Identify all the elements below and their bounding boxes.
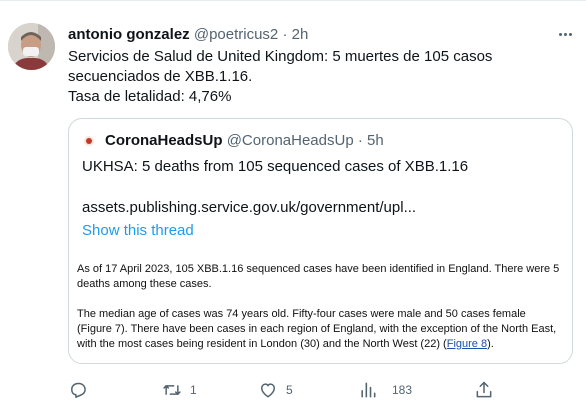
tweet-actions: 1 5 183 xyxy=(0,378,586,402)
like-button[interactable]: 5 xyxy=(258,378,293,402)
document-paragraph: As of 17 April 2023, 105 XBB.1.16 sequen… xyxy=(77,263,560,290)
retweet-icon xyxy=(163,385,181,395)
heart-icon xyxy=(261,383,275,398)
quote-author-avatar xyxy=(84,136,94,146)
author-name[interactable]: antonio gonzalez xyxy=(68,26,190,43)
tweet-text-line: secuenciados de XBB.1.16. xyxy=(68,68,253,85)
author-avatar[interactable] xyxy=(8,23,55,70)
retweet-count: 1 xyxy=(190,383,197,397)
like-count: 5 xyxy=(286,383,293,397)
tweet-text: Servicios de Salud de United Kingdom: 5 … xyxy=(68,47,568,107)
quote-header: CoronaHeadsUp @CoronaHeadsUp · 5h xyxy=(105,132,384,150)
quote-text: UKHSA: 5 deaths from 105 sequenced cases… xyxy=(82,158,469,175)
tweet-text-line: Tasa de letalidad: 4,76% xyxy=(68,88,232,105)
author-handle[interactable]: @poetricus2 xyxy=(194,26,278,43)
reply-icon xyxy=(71,382,86,398)
quote-author-name: CoronaHeadsUp xyxy=(105,132,223,149)
quote-time: 5h xyxy=(367,132,384,149)
share-icon xyxy=(476,381,492,398)
quote-author-handle: @CoronaHeadsUp xyxy=(226,132,354,149)
show-thread-link[interactable]: Show this thread xyxy=(82,221,194,241)
document-screenshot: As of 17 April 2023, 105 XBB.1.16 sequen… xyxy=(77,262,562,363)
figure-link: Figure 8 xyxy=(446,338,488,350)
tweet-header: antonio gonzalez @poetricus2 · 2h xyxy=(68,26,308,44)
top-divider xyxy=(0,0,586,1)
tweet-time[interactable]: 2h xyxy=(292,26,309,43)
more-icon[interactable] xyxy=(553,24,577,44)
header-separator: · xyxy=(282,26,288,43)
document-paragraph: The median age of cases was 74 years old… xyxy=(77,307,562,352)
quoted-tweet[interactable]: CoronaHeadsUp @CoronaHeadsUp · 5h UKHSA:… xyxy=(68,118,573,364)
quote-header-separator: · xyxy=(357,132,363,149)
share-button[interactable] xyxy=(474,378,494,402)
views-button[interactable]: 183 xyxy=(358,378,412,402)
quote-link[interactable]: assets.publishing.service.gov.uk/governm… xyxy=(82,198,416,218)
tweet-text-line: Servicios de Salud de United Kingdom: 5 … xyxy=(68,48,493,65)
views-count: 183 xyxy=(392,383,413,397)
document-paragraph-end: ). xyxy=(487,338,494,350)
reply-button[interactable] xyxy=(68,378,96,402)
views-icon xyxy=(361,382,376,398)
retweet-button[interactable]: 1 xyxy=(162,378,197,402)
